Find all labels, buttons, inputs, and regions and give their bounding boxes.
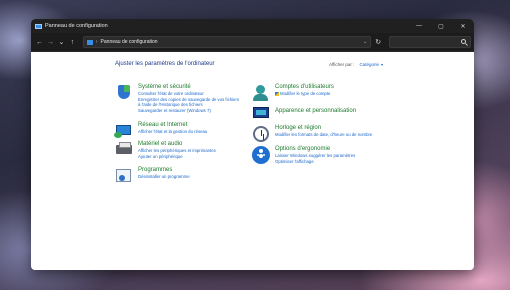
category-ease-of-access: Options d'ergonomie Laisser Windows sugg… (252, 146, 355, 164)
category-network-internet: Réseau et Internet Afficher l'état et la… (114, 122, 207, 140)
programs-icon[interactable] (115, 167, 133, 185)
link-backup-restore[interactable]: Sauvegarder et restaurer (Windows 7) (138, 108, 239, 114)
breadcrumb-separator: › (95, 39, 98, 45)
category-appearance: Apparence et personnalisation (252, 104, 356, 122)
window-title: Panneau de configuration (45, 23, 108, 29)
category-title[interactable]: Apparence et personnalisation (275, 108, 356, 115)
link-add-device[interactable]: Ajouter un périphérique (138, 154, 216, 160)
link-change-account-type[interactable]: Modifier le type de compte (275, 91, 334, 97)
view-by-label: Afficher par : (329, 62, 355, 67)
accessibility-icon[interactable] (252, 146, 270, 164)
view-by-dropdown[interactable]: Catégorie (359, 62, 379, 67)
clock-icon[interactable] (252, 125, 270, 143)
category-title[interactable]: Réseau et Internet (138, 122, 207, 129)
search-icon (460, 39, 466, 44)
link-optimize-display[interactable]: Optimiser l'affichage (275, 159, 355, 165)
address-dropdown-icon[interactable]: ⌄ (360, 39, 370, 45)
link-network-status[interactable]: Afficher l'état et la gestion du réseau (138, 129, 207, 135)
title-bar[interactable]: Panneau de configuration — ▢ ✕ (31, 19, 474, 33)
uac-shield-icon (275, 91, 279, 96)
search-input[interactable] (389, 36, 471, 48)
network-icon[interactable] (114, 122, 133, 140)
address-bar[interactable]: › Panneau de configuration ⌄ (82, 36, 372, 48)
category-title[interactable]: Horloge et région (275, 125, 372, 132)
forward-button[interactable]: → (45, 36, 56, 49)
recent-locations-button[interactable]: ⌄ (56, 36, 67, 49)
link-date-time-formats[interactable]: Modifier les formats de date, d'heure ou… (275, 132, 372, 138)
category-title[interactable]: Système et sécurité (138, 84, 239, 91)
view-by-control: Afficher par : Catégorie ▾ (329, 62, 383, 67)
category-title[interactable]: Programmes (138, 167, 190, 174)
category-system-security: Système et sécurité Consulter l'état de … (115, 84, 239, 113)
chevron-down-icon[interactable]: ▾ (381, 62, 383, 67)
category-title[interactable]: Matériel et audio (138, 141, 216, 148)
control-panel-small-icon (86, 39, 93, 45)
page-title: Ajuster les paramètres de l'ordinateur (115, 61, 215, 67)
category-user-accounts: Comptes d'utilisateurs Modifier le type … (252, 84, 334, 102)
category-title[interactable]: Options d'ergonomie (275, 146, 355, 153)
appearance-icon[interactable] (252, 104, 270, 122)
control-panel-icon (35, 23, 42, 29)
category-clock-region: Horloge et région Modifier les formats d… (252, 125, 372, 143)
back-button[interactable]: ← (34, 36, 45, 49)
maximize-button[interactable]: ▢ (430, 19, 452, 33)
category-title[interactable]: Comptes d'utilisateurs (275, 84, 334, 91)
users-icon[interactable] (252, 84, 270, 102)
link-uninstall-program[interactable]: Désinstaller un programme (138, 174, 190, 180)
refresh-button[interactable]: ↻ (371, 38, 385, 46)
category-hardware-sound: Matériel et audio Afficher les périphéri… (115, 141, 216, 159)
up-button[interactable]: ↑ (67, 36, 78, 49)
control-panel-window: Panneau de configuration — ▢ ✕ ← → ⌄ ↑ ›… (31, 19, 474, 270)
main-content: Ajuster les paramètres de l'ordinateur A… (31, 52, 474, 270)
breadcrumb-control-panel[interactable]: Panneau de configuration (101, 39, 361, 45)
link-devices-printers[interactable]: Afficher les périphériques et imprimante… (138, 148, 216, 154)
link-suggest-settings[interactable]: Laisser Windows suggérer les paramètres (275, 153, 355, 159)
shield-icon[interactable] (115, 84, 133, 102)
close-button[interactable]: ✕ (452, 19, 474, 33)
category-programs: Programmes Désinstaller un programme (115, 167, 190, 185)
printer-icon[interactable] (115, 141, 133, 159)
navigation-bar: ← → ⌄ ↑ › Panneau de configuration ⌄ ↻ (31, 33, 474, 52)
minimize-button[interactable]: — (408, 19, 430, 33)
